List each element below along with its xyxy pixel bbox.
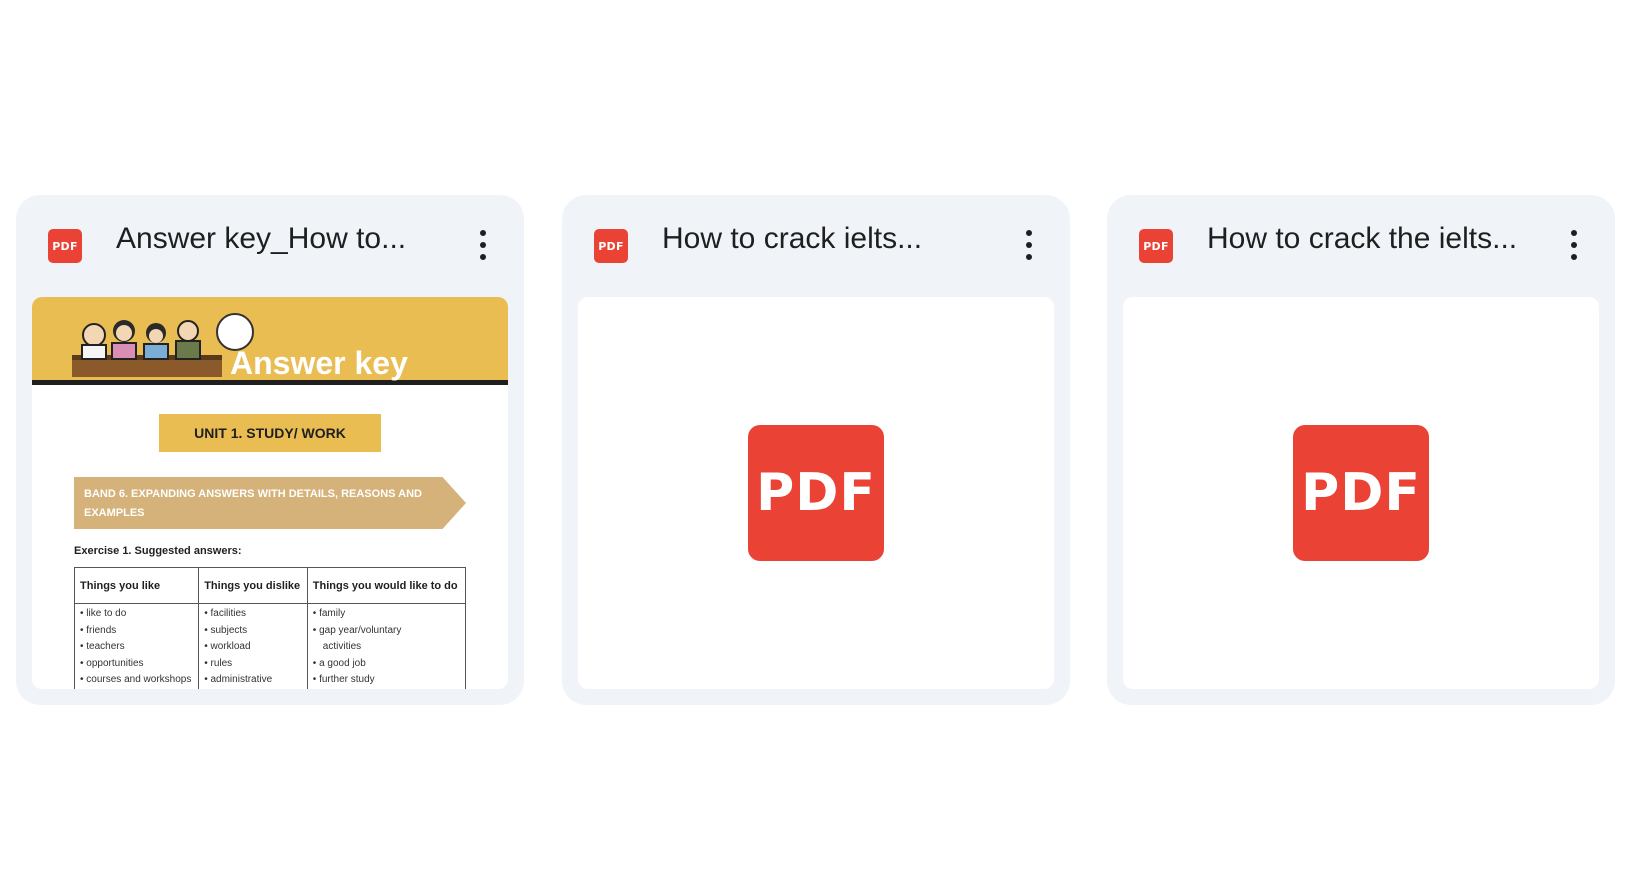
doc-unit-heading: UNIT 1. STUDY/ WORK <box>159 414 381 452</box>
doc-exercise-label: Exercise 1. Suggested answers: <box>74 545 242 557</box>
doc-list-item: • administrative <box>204 674 273 685</box>
file-grid: PDF Answer key_How to... Answer key UNIT… <box>16 195 1615 705</box>
doc-table-header: Things you dislike <box>198 567 308 604</box>
file-thumbnail[interactable]: PDF <box>578 297 1054 689</box>
doc-list-item: • subjects <box>204 624 248 636</box>
doc-list-item: • rules <box>204 657 233 669</box>
pdf-icon: PDF <box>48 229 82 263</box>
doc-list-item: • further study <box>312 674 375 685</box>
doc-band-heading: BAND 6. EXPANDING ANSWERS WITH DETAILS, … <box>74 477 466 529</box>
doc-list-item: • courses and workshops <box>80 674 192 685</box>
file-thumbnail[interactable]: Answer key UNIT 1. STUDY/ WORK BAND 6. E… <box>32 297 508 689</box>
file-card-header: PDF Answer key_How to... <box>16 195 524 295</box>
more-options-button[interactable] <box>1012 223 1046 267</box>
pdf-icon: PDF <box>1139 229 1173 263</box>
more-vert-dot <box>1026 254 1032 260</box>
doc-table-header: Things you like <box>73 567 200 604</box>
doc-banner-title: Answer key <box>230 345 408 381</box>
more-vert-icon <box>1571 230 1577 236</box>
doc-list-item: • like to do <box>80 608 127 619</box>
doc-list-item: • family <box>312 608 346 619</box>
doc-list-item: activities <box>322 641 362 652</box>
doc-list-item: • teachers <box>80 641 125 652</box>
file-title[interactable]: How to crack ielts... <box>662 222 992 256</box>
doc-list-item: • a good job <box>312 657 366 669</box>
doc-table: Things you like Things you dislike Thing… <box>73 567 467 689</box>
doc-list-item: • opportunities <box>80 657 144 669</box>
file-thumbnail[interactable]: PDF <box>1123 297 1599 689</box>
doc-table-cell: • family • gap year/voluntary activities… <box>306 603 467 689</box>
doc-table-cell: • like to do • friends • teachers • oppo… <box>73 603 200 689</box>
more-vert-dot <box>1571 254 1577 260</box>
more-options-button[interactable] <box>466 223 500 267</box>
file-card[interactable]: PDF How to crack the ielts... PDF <box>1107 195 1615 705</box>
file-card-header: PDF How to crack ielts... <box>562 195 1070 295</box>
doc-table-header: Things you would like to do <box>306 567 467 604</box>
doc-list-item: • friends <box>80 624 117 636</box>
doc-banner: Answer key <box>32 297 508 385</box>
doc-table-cell: • facilities • subjects • workload • rul… <box>198 603 308 689</box>
more-vert-dot <box>1026 242 1032 248</box>
file-card-header: PDF How to crack the ielts... <box>1107 195 1615 295</box>
more-options-button[interactable] <box>1557 223 1591 267</box>
more-vert-dot <box>480 254 486 260</box>
file-title[interactable]: How to crack the ielts... <box>1207 222 1537 256</box>
more-vert-icon <box>480 230 486 236</box>
more-vert-icon <box>1026 230 1032 236</box>
more-vert-dot <box>480 242 486 248</box>
doc-list-item: • gap year/voluntary <box>312 624 402 636</box>
doc-list-item: • facilities <box>204 608 247 619</box>
pdf-large-icon: PDF <box>1293 425 1429 561</box>
pdf-icon: PDF <box>594 229 628 263</box>
more-vert-dot <box>1571 242 1577 248</box>
file-title[interactable]: Answer key_How to... <box>116 222 446 256</box>
doc-list-item: • workload <box>204 641 251 652</box>
file-card[interactable]: PDF How to crack ielts... PDF <box>562 195 1070 705</box>
pdf-large-icon: PDF <box>748 425 884 561</box>
file-card[interactable]: PDF Answer key_How to... Answer key UNIT… <box>16 195 524 705</box>
